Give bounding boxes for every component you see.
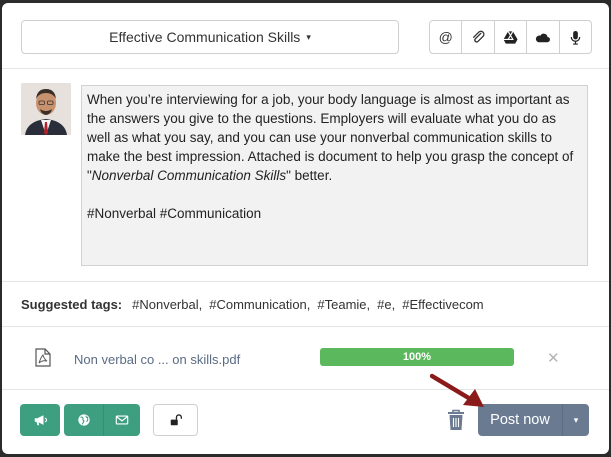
post-text-area[interactable]: When you’re interviewing for a job, your… [81, 85, 588, 266]
suggested-tags: Suggested tags: #Nonverbal, #Communicati… [21, 297, 484, 312]
post-composer-modal: Effective Communication Skills ▾ @ When … [2, 3, 609, 454]
onedrive-icon [536, 33, 551, 42]
attachment-row: Non verbal co ... on skills.pdf 100% ✕ [2, 343, 609, 373]
suggested-tags-label: Suggested tags: [21, 297, 123, 312]
google-drive-button[interactable] [493, 21, 526, 53]
at-icon: @ [438, 29, 453, 45]
globe-icon [77, 414, 90, 426]
divider [2, 281, 609, 282]
pdf-file-icon [35, 348, 51, 367]
italic-title: Nonverbal Communication Skills [91, 168, 287, 183]
remove-attachment-icon[interactable]: ✕ [547, 349, 560, 367]
microphone-icon [570, 30, 581, 45]
announcement-button[interactable] [20, 404, 60, 436]
composer-header: Effective Communication Skills ▾ @ [2, 3, 609, 69]
paperclip-icon [472, 30, 485, 43]
upload-progress-bar: 100% [320, 348, 514, 366]
post-now-button[interactable]: Post now [478, 404, 562, 436]
annotation-arrow-icon [430, 373, 484, 407]
privacy-toggle-button[interactable] [153, 404, 198, 436]
envelope-icon [115, 415, 129, 425]
attachment-file-name[interactable]: Non verbal co ... on skills.pdf [74, 352, 240, 367]
post-hashtags: #Nonverbal #Communication [87, 206, 262, 221]
suggested-tag[interactable]: #Teamie, [317, 297, 370, 312]
divider [2, 389, 609, 390]
suggested-tag[interactable]: #Nonverbal, [132, 297, 202, 312]
share-email-button[interactable] [103, 404, 140, 436]
post-options-caret-icon[interactable]: ▾ [562, 404, 589, 436]
user-avatar [21, 83, 71, 135]
attach-file-button[interactable] [461, 21, 493, 53]
caret-down-icon: ▾ [306, 31, 311, 42]
suggested-tag[interactable]: #Effectivecom [402, 297, 483, 312]
group-selector-dropdown[interactable]: Effective Communication Skills ▾ [21, 20, 399, 54]
megaphone-icon [34, 415, 47, 426]
unlock-icon [170, 414, 182, 426]
mention-button[interactable]: @ [430, 21, 461, 53]
suggested-tag[interactable]: #e, [377, 297, 395, 312]
divider [2, 326, 609, 327]
post-body: When you’re interviewing for a job, your… [87, 92, 574, 183]
onedrive-button[interactable] [526, 21, 558, 53]
record-audio-button[interactable] [558, 21, 591, 53]
group-name: Effective Communication Skills [109, 29, 301, 45]
attachment-toolbar: @ [429, 20, 592, 54]
post-button-group: Post now ▾ [478, 404, 589, 436]
share-web-button[interactable] [64, 404, 103, 436]
trash-icon[interactable] [446, 409, 466, 431]
google-drive-icon [503, 30, 518, 44]
suggested-tag[interactable]: #Communication, [209, 297, 310, 312]
